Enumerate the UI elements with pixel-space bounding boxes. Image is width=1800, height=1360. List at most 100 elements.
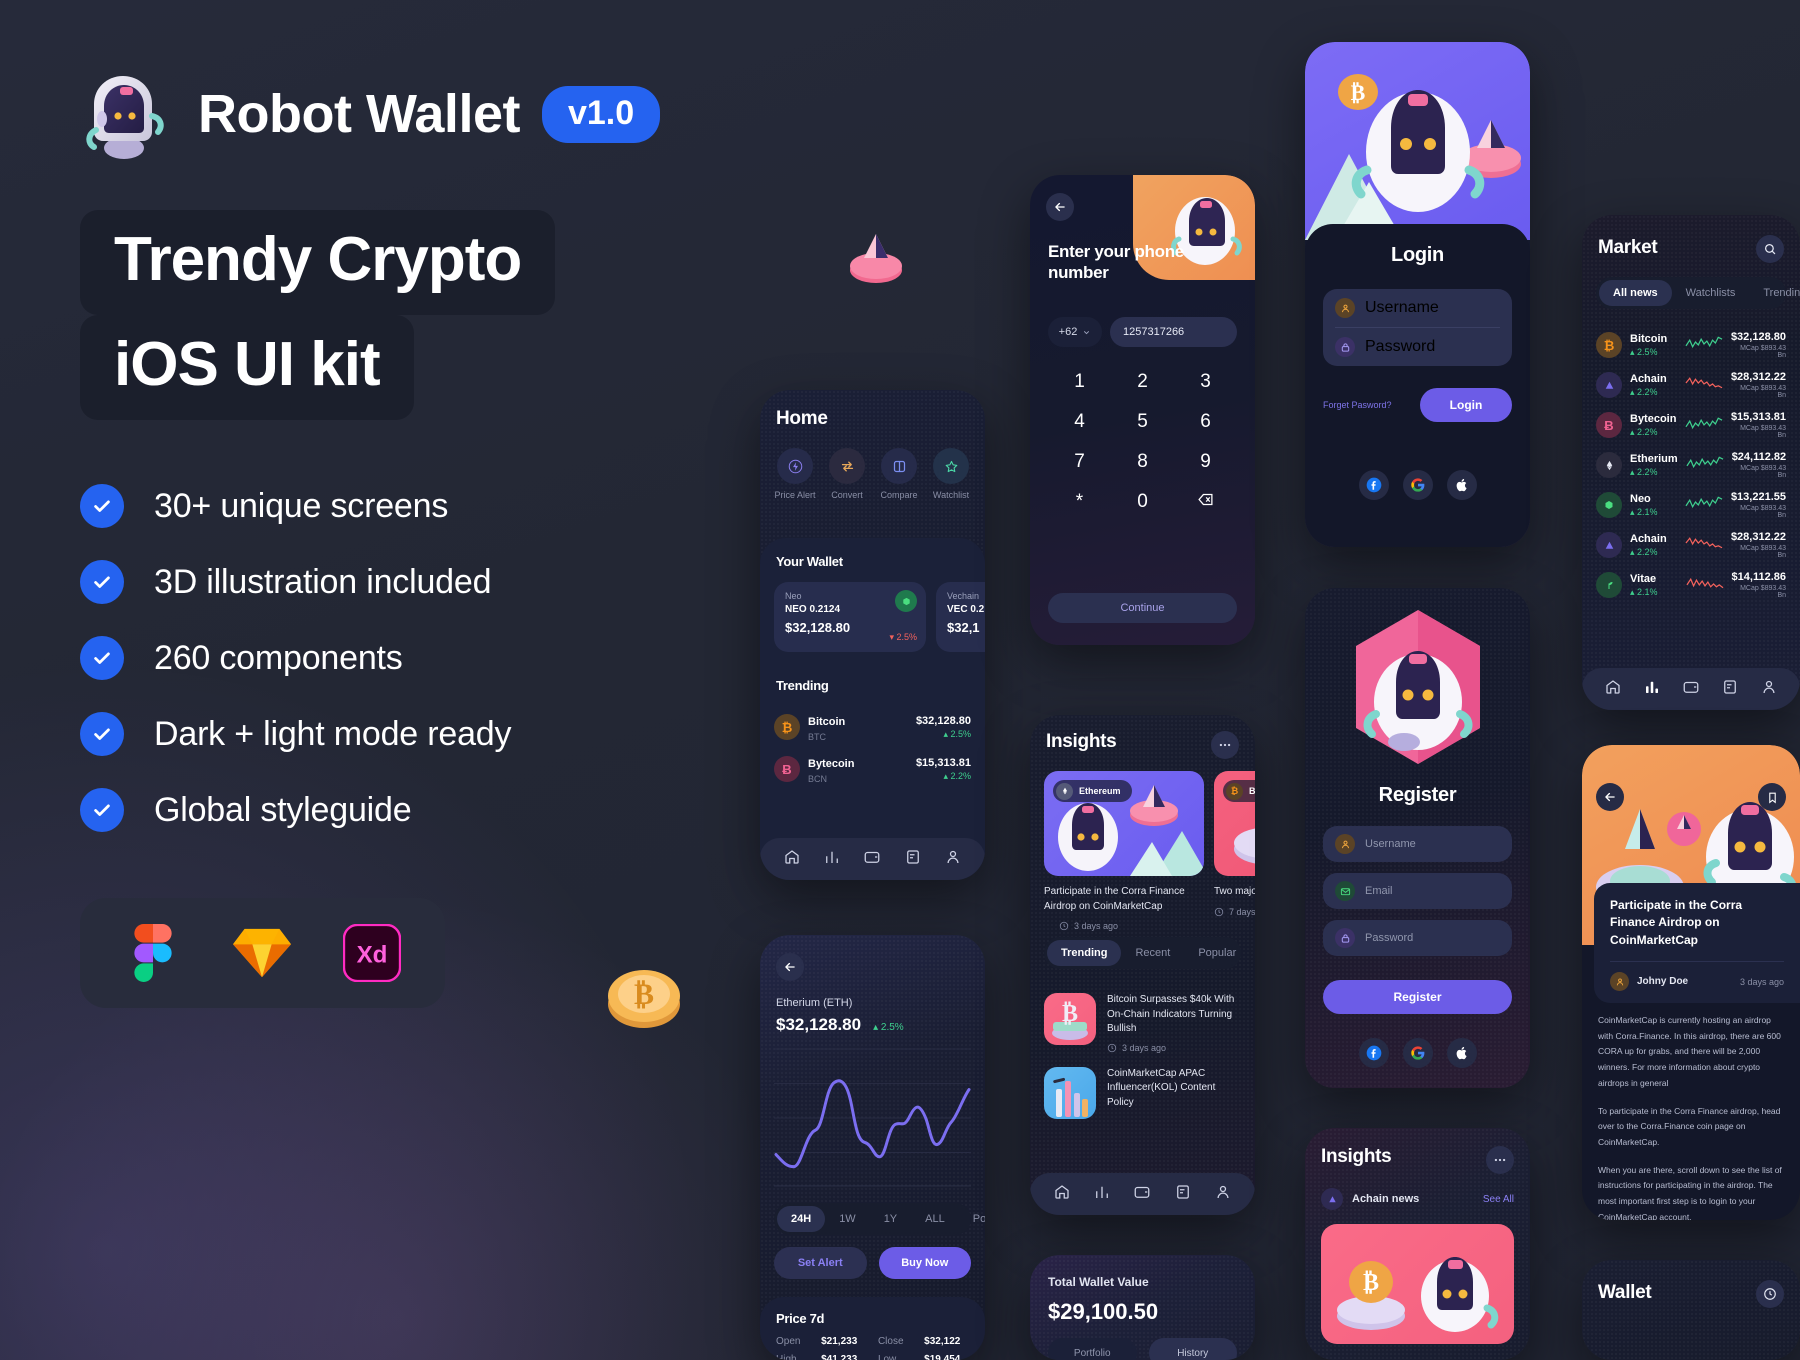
featured-card[interactable]: ₿ Bitcoin Two major reasons Bitcoin co 7…: [1214, 771, 1255, 931]
more-dots-icon[interactable]: [1211, 731, 1239, 759]
username-field[interactable]: Username: [1323, 289, 1512, 327]
tab-chart-icon[interactable]: [1093, 1183, 1111, 1206]
wallet-card[interactable]: Neo NEO 0.2124 $32,128.80 ▾ 2.5%: [774, 582, 926, 652]
range-all[interactable]: ALL: [911, 1206, 959, 1232]
key-0[interactable]: 0: [1111, 491, 1174, 514]
forgot-password-link[interactable]: Forget Pasword?: [1323, 400, 1392, 410]
clock-icon[interactable]: [1756, 1280, 1784, 1308]
insights2-hero-card[interactable]: ₿: [1321, 1224, 1514, 1344]
quick-action-watchlist[interactable]: Watchlist: [928, 448, 974, 500]
featured-card[interactable]: Ethereum Participate in the Corra Financ…: [1044, 771, 1204, 931]
market-row[interactable]: Etherium ▴ 2.2% $24,112.82 MCap $893.43 …: [1596, 445, 1786, 485]
tab-home-icon[interactable]: [783, 848, 801, 871]
tab-popular[interactable]: Popular: [1184, 940, 1250, 966]
market-tabbar[interactable]: [1582, 668, 1800, 710]
google-icon[interactable]: [1402, 1038, 1433, 1068]
tab-chart-icon[interactable]: [823, 848, 841, 871]
tab-home-icon[interactable]: [1053, 1183, 1071, 1206]
password-field[interactable]: Password: [1323, 328, 1512, 366]
insights2-source: Achain news: [1352, 1193, 1420, 1205]
see-all-link[interactable]: See All: [1483, 1194, 1514, 1205]
tab-profile-icon[interactable]: [944, 848, 962, 871]
key-2[interactable]: 2: [1111, 371, 1174, 393]
quick-action-convert[interactable]: Convert: [824, 448, 870, 500]
continue-button[interactable]: Continue: [1048, 593, 1237, 623]
range-24h[interactable]: 24H: [777, 1206, 826, 1232]
key-4[interactable]: 4: [1048, 411, 1111, 433]
back-button[interactable]: [1046, 193, 1074, 221]
register-submit-button[interactable]: Register: [1323, 980, 1512, 1014]
home-tabbar[interactable]: [760, 838, 985, 880]
password-field[interactable]: Password: [1323, 920, 1512, 956]
phone-number-input[interactable]: 1257317266: [1110, 317, 1237, 347]
tab-chart-icon[interactable]: [1643, 678, 1661, 701]
buy-now-button[interactable]: Buy Now: [878, 1247, 971, 1279]
key-5[interactable]: 5: [1111, 411, 1174, 433]
insights-tabbar[interactable]: [1030, 1173, 1255, 1215]
apple-icon[interactable]: [1446, 470, 1477, 500]
key-8[interactable]: 8: [1111, 451, 1174, 473]
market-row[interactable]: ₿ Bitcoin ▴ 2.5% $32,128.80 MCap $893.43…: [1596, 325, 1786, 365]
tab-wallet-icon[interactable]: [1133, 1183, 1151, 1206]
tab-watchlists[interactable]: Watchlists: [1672, 280, 1750, 306]
tab-home-icon[interactable]: [1604, 678, 1622, 701]
key-9[interactable]: 9: [1174, 451, 1237, 473]
key-6[interactable]: 6: [1174, 411, 1237, 433]
tab-wallet-icon[interactable]: [1682, 678, 1700, 701]
insights-tabs[interactable]: Trending Recent Popular: [1044, 937, 1241, 969]
market-row[interactable]: Vitae ▴ 2.1% $14,112.86 MCap $893.43 Bn: [1596, 565, 1786, 605]
set-alert-button[interactable]: Set Alert: [774, 1247, 867, 1279]
market-row[interactable]: Achain ▴ 2.2% $28,312.22 MCap $893.43 Bn: [1596, 365, 1786, 405]
range-point[interactable]: Point: [959, 1206, 985, 1232]
market-row[interactable]: Achain ▴ 2.2% $28,312.22 MCap $893.43 Bn: [1596, 525, 1786, 565]
username-field[interactable]: Username: [1323, 826, 1512, 862]
key-asterisk[interactable]: *: [1048, 491, 1111, 514]
article-row[interactable]: ₿ Bitcoin Surpasses $40k With On-Chain I…: [1044, 993, 1241, 1053]
key-3[interactable]: 3: [1174, 371, 1237, 393]
backspace-icon[interactable]: [1174, 491, 1237, 514]
tab-profile-icon[interactable]: [1760, 678, 1778, 701]
tab-wallet-icon[interactable]: [863, 848, 881, 871]
facebook-icon[interactable]: [1358, 470, 1389, 500]
trending-row[interactable]: ₿ Bitcoin BTC $32,128.80 ▴ 2.5%: [774, 706, 971, 748]
range-selector[interactable]: 24H 1W 1Y ALL Point: [774, 1203, 985, 1235]
market-row[interactable]: Neo ▴ 2.1% $13,221.55 MCap $893.43 Bn: [1596, 485, 1786, 525]
quick-action-compare[interactable]: Compare: [876, 448, 922, 500]
trending-row[interactable]: Ƀ Bytecoin BCN $15,313.81 ▴ 2.2%: [774, 748, 971, 790]
article-row[interactable]: CoinMarketCap APAC Influencer(KOL) Conte…: [1044, 1066, 1241, 1119]
tab-news-icon[interactable]: [904, 848, 922, 871]
back-button[interactable]: [776, 953, 804, 981]
tab-news-icon[interactable]: [1721, 678, 1739, 701]
wallet-value-tabs[interactable]: Portfolio History: [1048, 1338, 1237, 1360]
bookmark-icon[interactable]: [1758, 783, 1786, 811]
more-dots-icon[interactable]: [1486, 1146, 1514, 1174]
range-1w[interactable]: 1W: [825, 1206, 870, 1232]
tab-all-news[interactable]: All news: [1599, 280, 1672, 306]
google-icon[interactable]: [1402, 470, 1433, 500]
wallet-card[interactable]: Vechain VEC 0.2 $32,1: [936, 582, 985, 652]
login-submit-button[interactable]: Login: [1420, 388, 1512, 422]
tab-news-icon[interactable]: [1174, 1183, 1192, 1206]
market-row[interactable]: Ƀ Bytecoin ▴ 2.2% $15,313.81 MCap $893.4…: [1596, 405, 1786, 445]
apple-icon[interactable]: [1446, 1038, 1477, 1068]
range-1y[interactable]: 1Y: [870, 1206, 911, 1232]
country-code-select[interactable]: +62: [1048, 317, 1102, 347]
key-7[interactable]: 7: [1048, 451, 1111, 473]
search-icon[interactable]: [1756, 235, 1784, 263]
quick-action-price-alert[interactable]: Price Alert: [772, 448, 818, 500]
back-button[interactable]: [1596, 783, 1624, 811]
tab-trending[interactable]: Trending: [1047, 940, 1122, 966]
tab-portfolio[interactable]: Portfolio: [1048, 1338, 1137, 1360]
tab-recent[interactable]: Recent: [1121, 940, 1184, 966]
tab-history[interactable]: History: [1148, 1338, 1237, 1360]
numeric-keypad[interactable]: 1 2 3 4 5 6 7 8 9 * 0: [1048, 371, 1237, 514]
tab-profile-icon[interactable]: [1214, 1183, 1232, 1206]
quick-action-label: Compare: [880, 490, 918, 500]
quick-action-label: Price Alert: [774, 490, 816, 500]
svg-text:Xd: Xd: [357, 942, 388, 969]
key-1[interactable]: 1: [1048, 371, 1111, 393]
email-field[interactable]: Email: [1323, 873, 1512, 909]
tab-trending[interactable]: Trending: [1749, 280, 1800, 306]
market-tabs[interactable]: All news Watchlists Trending: [1596, 277, 1800, 309]
facebook-icon[interactable]: [1358, 1038, 1389, 1068]
